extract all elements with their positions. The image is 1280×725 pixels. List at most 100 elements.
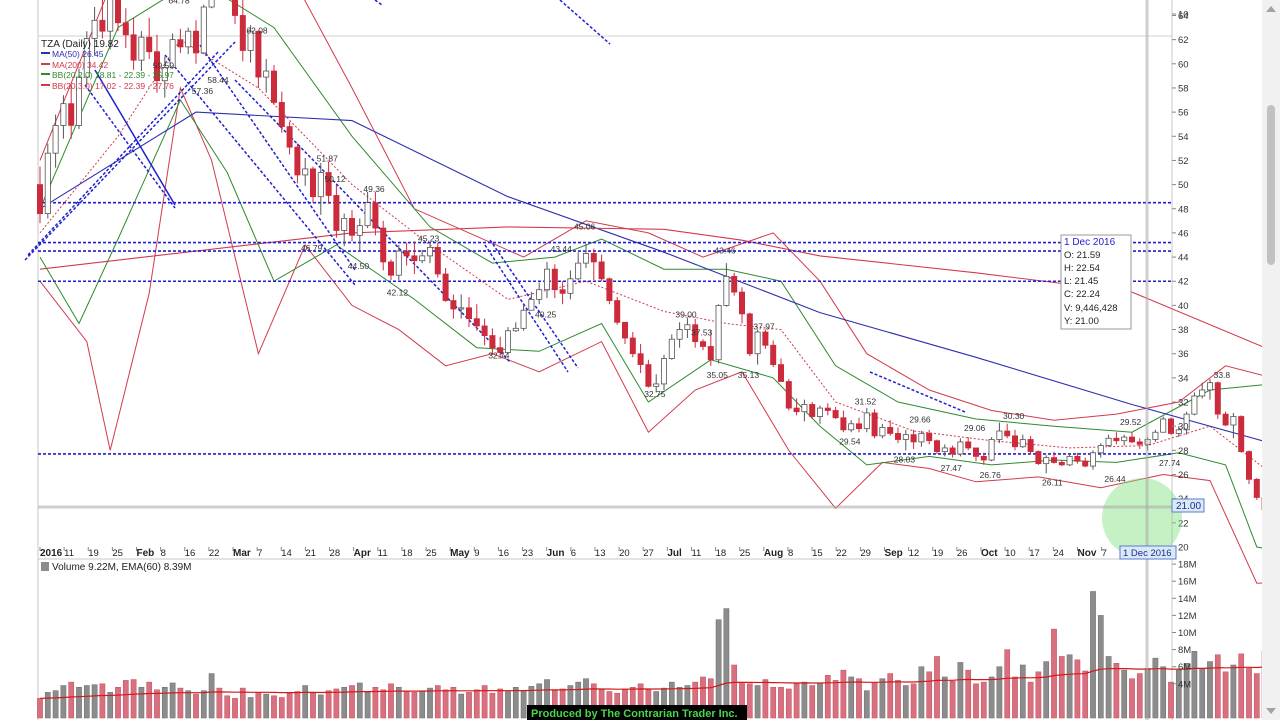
candle-body bbox=[785, 381, 792, 409]
price-annotation: 27.74 bbox=[1159, 458, 1181, 468]
candle-body bbox=[1214, 382, 1221, 415]
candle-body bbox=[239, 15, 246, 51]
price-tick-label: 46 bbox=[1178, 228, 1189, 239]
volume-bar bbox=[473, 689, 480, 719]
candle-body bbox=[255, 30, 262, 78]
scroll-up-icon[interactable] bbox=[1266, 6, 1276, 12]
candle-body bbox=[583, 253, 590, 264]
trend-line bbox=[84, 84, 176, 209]
volume-bar bbox=[1019, 664, 1026, 719]
volume-tick-label: 18M bbox=[1178, 560, 1197, 571]
candle-body bbox=[107, 0, 114, 32]
volume-bar bbox=[848, 676, 855, 719]
scroll-down-icon[interactable] bbox=[1266, 708, 1276, 714]
price-annotation: 26.44 bbox=[1104, 474, 1126, 484]
volume-bar bbox=[263, 693, 270, 719]
page-scrollbar[interactable] bbox=[1262, 0, 1280, 720]
price-tick-label: 20 bbox=[1178, 543, 1189, 554]
volume-tick-label: 10M bbox=[1178, 628, 1197, 639]
volume-bar bbox=[1136, 673, 1143, 719]
volume-bar bbox=[746, 683, 753, 719]
scroll-thumb[interactable] bbox=[1267, 105, 1275, 265]
volume-bar bbox=[1082, 670, 1089, 719]
candle-body bbox=[980, 455, 987, 461]
price-annotation: 26.11 bbox=[1042, 477, 1063, 487]
tooltip-date: 1 Dec 2016 bbox=[1064, 237, 1116, 248]
candle-body bbox=[739, 291, 746, 315]
volume-bar bbox=[879, 678, 886, 719]
price-marker-label: 21.00 bbox=[1176, 501, 1201, 512]
candle-body bbox=[1253, 478, 1260, 498]
volume-bar bbox=[497, 688, 504, 719]
volume-bar bbox=[520, 690, 527, 719]
candle-body bbox=[551, 268, 558, 291]
price-grid bbox=[37, 0, 1173, 720]
volume-bar bbox=[489, 692, 496, 719]
candle-body bbox=[778, 364, 785, 382]
candle-body bbox=[707, 346, 714, 361]
price-annotation: 33.8 bbox=[1214, 370, 1231, 380]
price-annotation: 51.87 bbox=[317, 154, 339, 164]
candle-body bbox=[504, 330, 511, 353]
candle-body bbox=[473, 318, 480, 327]
candle-body bbox=[645, 364, 652, 387]
date-tick-label: 26 bbox=[957, 548, 968, 559]
volume-bar bbox=[419, 690, 426, 719]
volume-bar bbox=[161, 686, 168, 719]
candle-body bbox=[1090, 452, 1097, 467]
volume-bar bbox=[957, 662, 964, 719]
candle-body bbox=[661, 358, 668, 385]
date-tick-label: Feb bbox=[137, 548, 155, 559]
date-tick-label: 8 bbox=[788, 548, 793, 559]
volume-panel: 4M 6M 8M 10M 12M 14M 16M 18M bbox=[37, 560, 1280, 719]
volume-bar bbox=[1097, 615, 1104, 719]
legend-swatch-ma200 bbox=[41, 63, 50, 65]
candle-body bbox=[801, 404, 808, 413]
candle-body bbox=[208, 0, 215, 8]
date-tick-label: 15 bbox=[812, 548, 823, 559]
volume-bar bbox=[403, 691, 410, 719]
price-annotation: 40.25 bbox=[535, 309, 557, 319]
price-tick-label: 42 bbox=[1178, 277, 1189, 288]
volume-bar bbox=[450, 686, 457, 719]
price-annotation: 43.46 bbox=[714, 245, 736, 255]
volume-bar bbox=[801, 681, 808, 719]
candle-body bbox=[278, 102, 285, 128]
candle-body bbox=[606, 278, 613, 301]
volume-bar bbox=[52, 690, 59, 719]
price-tick-label: 32 bbox=[1178, 398, 1189, 409]
volume-bar bbox=[294, 691, 301, 719]
candle-body bbox=[302, 168, 309, 176]
candle-body bbox=[723, 276, 730, 306]
bb2-lower-line bbox=[39, 98, 1280, 552]
volume-bar bbox=[138, 686, 145, 719]
candle-body bbox=[146, 36, 153, 53]
volume-bar bbox=[793, 683, 800, 719]
volume-tick-label: 16M bbox=[1178, 577, 1197, 588]
candle-body bbox=[840, 417, 847, 431]
candle-body bbox=[1019, 439, 1026, 448]
volume-bar bbox=[910, 683, 917, 719]
date-tick-label: 11 bbox=[378, 548, 388, 559]
volume-tick-label: 12M bbox=[1178, 611, 1197, 622]
volume-bar bbox=[99, 683, 106, 719]
candle-body bbox=[465, 307, 472, 320]
volume-bar bbox=[949, 680, 956, 719]
volume-bar bbox=[1051, 628, 1057, 719]
price-tick-label: 36 bbox=[1178, 349, 1189, 360]
tza-chart[interactable]: 74.0064.7862.0859.5958.4457.3651.8750.12… bbox=[0, 0, 1280, 720]
candle-body bbox=[817, 407, 824, 417]
volume-bar bbox=[1027, 681, 1034, 719]
volume-bar bbox=[770, 686, 777, 719]
volume-bar bbox=[902, 685, 909, 719]
volume-bar bbox=[1246, 668, 1252, 719]
candle-body bbox=[1035, 451, 1042, 465]
volume-bar bbox=[809, 685, 816, 719]
volume-bar bbox=[1175, 669, 1182, 719]
price-tick-label: 38 bbox=[1178, 325, 1189, 336]
volume-bar bbox=[356, 682, 363, 719]
volume-bar bbox=[980, 681, 987, 719]
legend-bb2: BB(20,2.0) 18.81 - 22.39 - 25.97 bbox=[52, 70, 174, 80]
candle-body bbox=[879, 427, 886, 437]
candle-body bbox=[871, 412, 878, 437]
